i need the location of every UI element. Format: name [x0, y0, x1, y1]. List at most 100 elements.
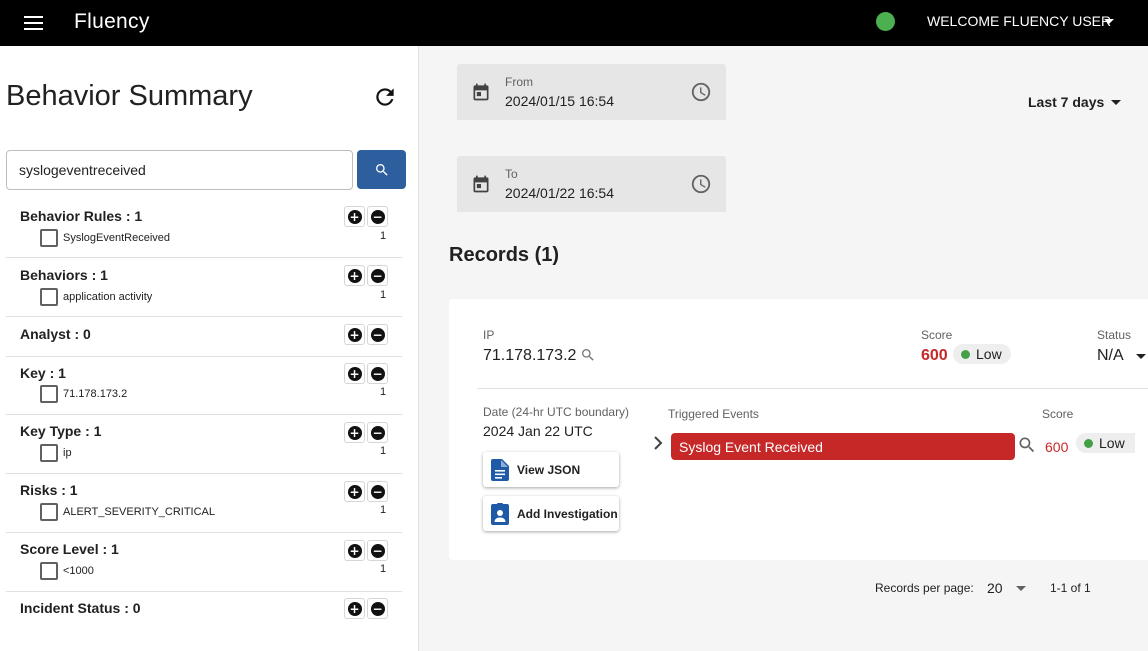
chevron-right-icon[interactable]	[652, 435, 664, 451]
exclude-minus-button[interactable]: −	[367, 598, 388, 619]
clock-icon[interactable]	[690, 173, 712, 195]
facet-item-checkbox[interactable]	[40, 288, 58, 306]
score-label: Score	[921, 328, 953, 342]
user-menu-label[interactable]: WELCOME FLUENCY USER	[927, 13, 1111, 29]
facet-item-label: <1000	[63, 565, 94, 577]
facet-item-checkbox[interactable]	[40, 562, 58, 580]
triggered-events-label: Triggered Events	[668, 407, 759, 421]
minus-icon: −	[370, 209, 385, 224]
plus-icon: +	[347, 484, 362, 499]
facet-item-count: 1	[380, 230, 387, 242]
facet-title: Risks : 1	[20, 482, 78, 498]
event-level-label: Low	[1099, 435, 1125, 451]
facet-title: Key : 1	[20, 365, 66, 381]
document-icon	[491, 458, 509, 481]
minus-icon: −	[370, 268, 385, 283]
facet-item-count: 1	[380, 563, 387, 575]
include-plus-button[interactable]: +	[344, 481, 365, 502]
date-label: Date (24-hr UTC boundary)	[483, 405, 630, 419]
view-json-label: View JSON	[517, 462, 581, 477]
ip-value: 71.178.173.2	[483, 347, 577, 364]
from-date-field[interactable]: From 2024/01/15 16:54	[457, 64, 726, 120]
to-value: 2024/01/22 16:54	[505, 185, 614, 201]
chevron-down-icon[interactable]	[1136, 354, 1146, 359]
include-plus-button[interactable]: +	[344, 422, 365, 443]
event-level-chip: Low	[1076, 433, 1135, 453]
low-level-dot-icon	[1084, 438, 1093, 448]
facet-item-label: application activity	[63, 291, 153, 303]
facet-item: ip	[40, 444, 72, 462]
record-card: IP 71.178.173.2 Score 600 Low Status N/A…	[449, 299, 1148, 560]
facet-key: Key : 1 + − 71.178.173.2 1	[6, 357, 402, 415]
add-investigation-label: Add Investigation	[517, 506, 618, 521]
plus-icon: +	[347, 268, 362, 283]
facet-title: Behavior Rules : 1	[20, 208, 143, 224]
time-range-select[interactable]: Last 7 days	[1028, 94, 1104, 110]
exclude-minus-button[interactable]: −	[367, 206, 388, 227]
facet-item-count: 1	[380, 386, 387, 398]
status-select[interactable]: N/A	[1097, 347, 1124, 365]
facet-item-checkbox[interactable]	[40, 444, 58, 462]
to-date-field[interactable]: To 2024/01/22 16:54	[457, 156, 726, 212]
include-plus-button[interactable]: +	[344, 363, 365, 384]
refresh-icon[interactable]	[372, 84, 398, 110]
pagination-range: 1-1 of 1	[1050, 581, 1091, 595]
calendar-icon	[473, 175, 489, 193]
search-button[interactable]	[357, 150, 406, 189]
minus-icon: −	[370, 484, 385, 499]
ip-label: IP	[483, 328, 495, 342]
search-icon[interactable]	[580, 347, 596, 363]
from-label: From	[505, 75, 533, 89]
include-plus-button[interactable]: +	[344, 540, 365, 561]
calendar-icon	[473, 83, 489, 101]
triggered-event-chip[interactable]: Syslog Event Received	[671, 433, 1015, 460]
divider	[477, 388, 1148, 389]
facet-title: Analyst : 0	[20, 326, 91, 342]
facet-title: Incident Status : 0	[20, 600, 141, 616]
minus-icon: −	[370, 366, 385, 381]
include-plus-button[interactable]: +	[344, 598, 365, 619]
minus-icon: −	[370, 425, 385, 440]
clock-icon[interactable]	[690, 81, 712, 103]
records-per-page-select[interactable]: 20	[987, 580, 1003, 596]
plus-icon: +	[347, 366, 362, 381]
hamburger-menu-icon[interactable]	[22, 13, 46, 33]
page-title: Behavior Summary	[6, 80, 253, 112]
facet-item-checkbox[interactable]	[40, 503, 58, 521]
connection-status-indicator	[876, 12, 895, 31]
chevron-down-icon[interactable]	[1111, 100, 1121, 105]
facet-item-count: 1	[380, 504, 387, 516]
user-menu-caret-icon[interactable]	[1104, 19, 1114, 24]
minus-icon: −	[370, 601, 385, 616]
event-score-value: 600	[1045, 439, 1069, 455]
low-level-dot-icon	[961, 349, 970, 359]
date-value: 2024 Jan 22 UTC	[483, 423, 593, 439]
facet-item-checkbox[interactable]	[40, 229, 58, 247]
records-title: Records (1)	[449, 244, 560, 266]
to-label: To	[505, 167, 518, 181]
include-plus-button[interactable]: +	[344, 324, 365, 345]
exclude-minus-button[interactable]: −	[367, 481, 388, 502]
facet-behaviors: Behaviors : 1 + − application activity 1	[6, 259, 402, 317]
records-area: From 2024/01/15 16:54 To 2024/01/22 16:5…	[419, 46, 1148, 651]
add-investigation-button[interactable]: Add Investigation	[483, 496, 619, 531]
facet-analyst: Analyst : 0 + −	[6, 318, 402, 357]
facet-item-label: 71.178.173.2	[63, 388, 128, 400]
level-chip: Low	[953, 344, 1011, 364]
facet-item: 71.178.173.2	[40, 385, 127, 403]
exclude-minus-button[interactable]: −	[367, 540, 388, 561]
search-icon	[375, 163, 388, 176]
behavior-search-input[interactable]	[6, 150, 353, 190]
exclude-minus-button[interactable]: −	[367, 324, 388, 345]
chevron-down-icon[interactable]	[1016, 586, 1026, 591]
include-plus-button[interactable]: +	[344, 265, 365, 286]
exclude-minus-button[interactable]: −	[367, 363, 388, 384]
top-app-bar: Fluency WELCOME FLUENCY USER	[0, 0, 1148, 46]
search-icon[interactable]	[1017, 435, 1037, 455]
exclude-minus-button[interactable]: −	[367, 422, 388, 443]
facet-item-checkbox[interactable]	[40, 385, 58, 403]
include-plus-button[interactable]: +	[344, 206, 365, 227]
exclude-minus-button[interactable]: −	[367, 265, 388, 286]
facet-item: ALERT_SEVERITY_CRITICAL	[40, 503, 215, 521]
view-json-button[interactable]: View JSON	[483, 452, 619, 487]
